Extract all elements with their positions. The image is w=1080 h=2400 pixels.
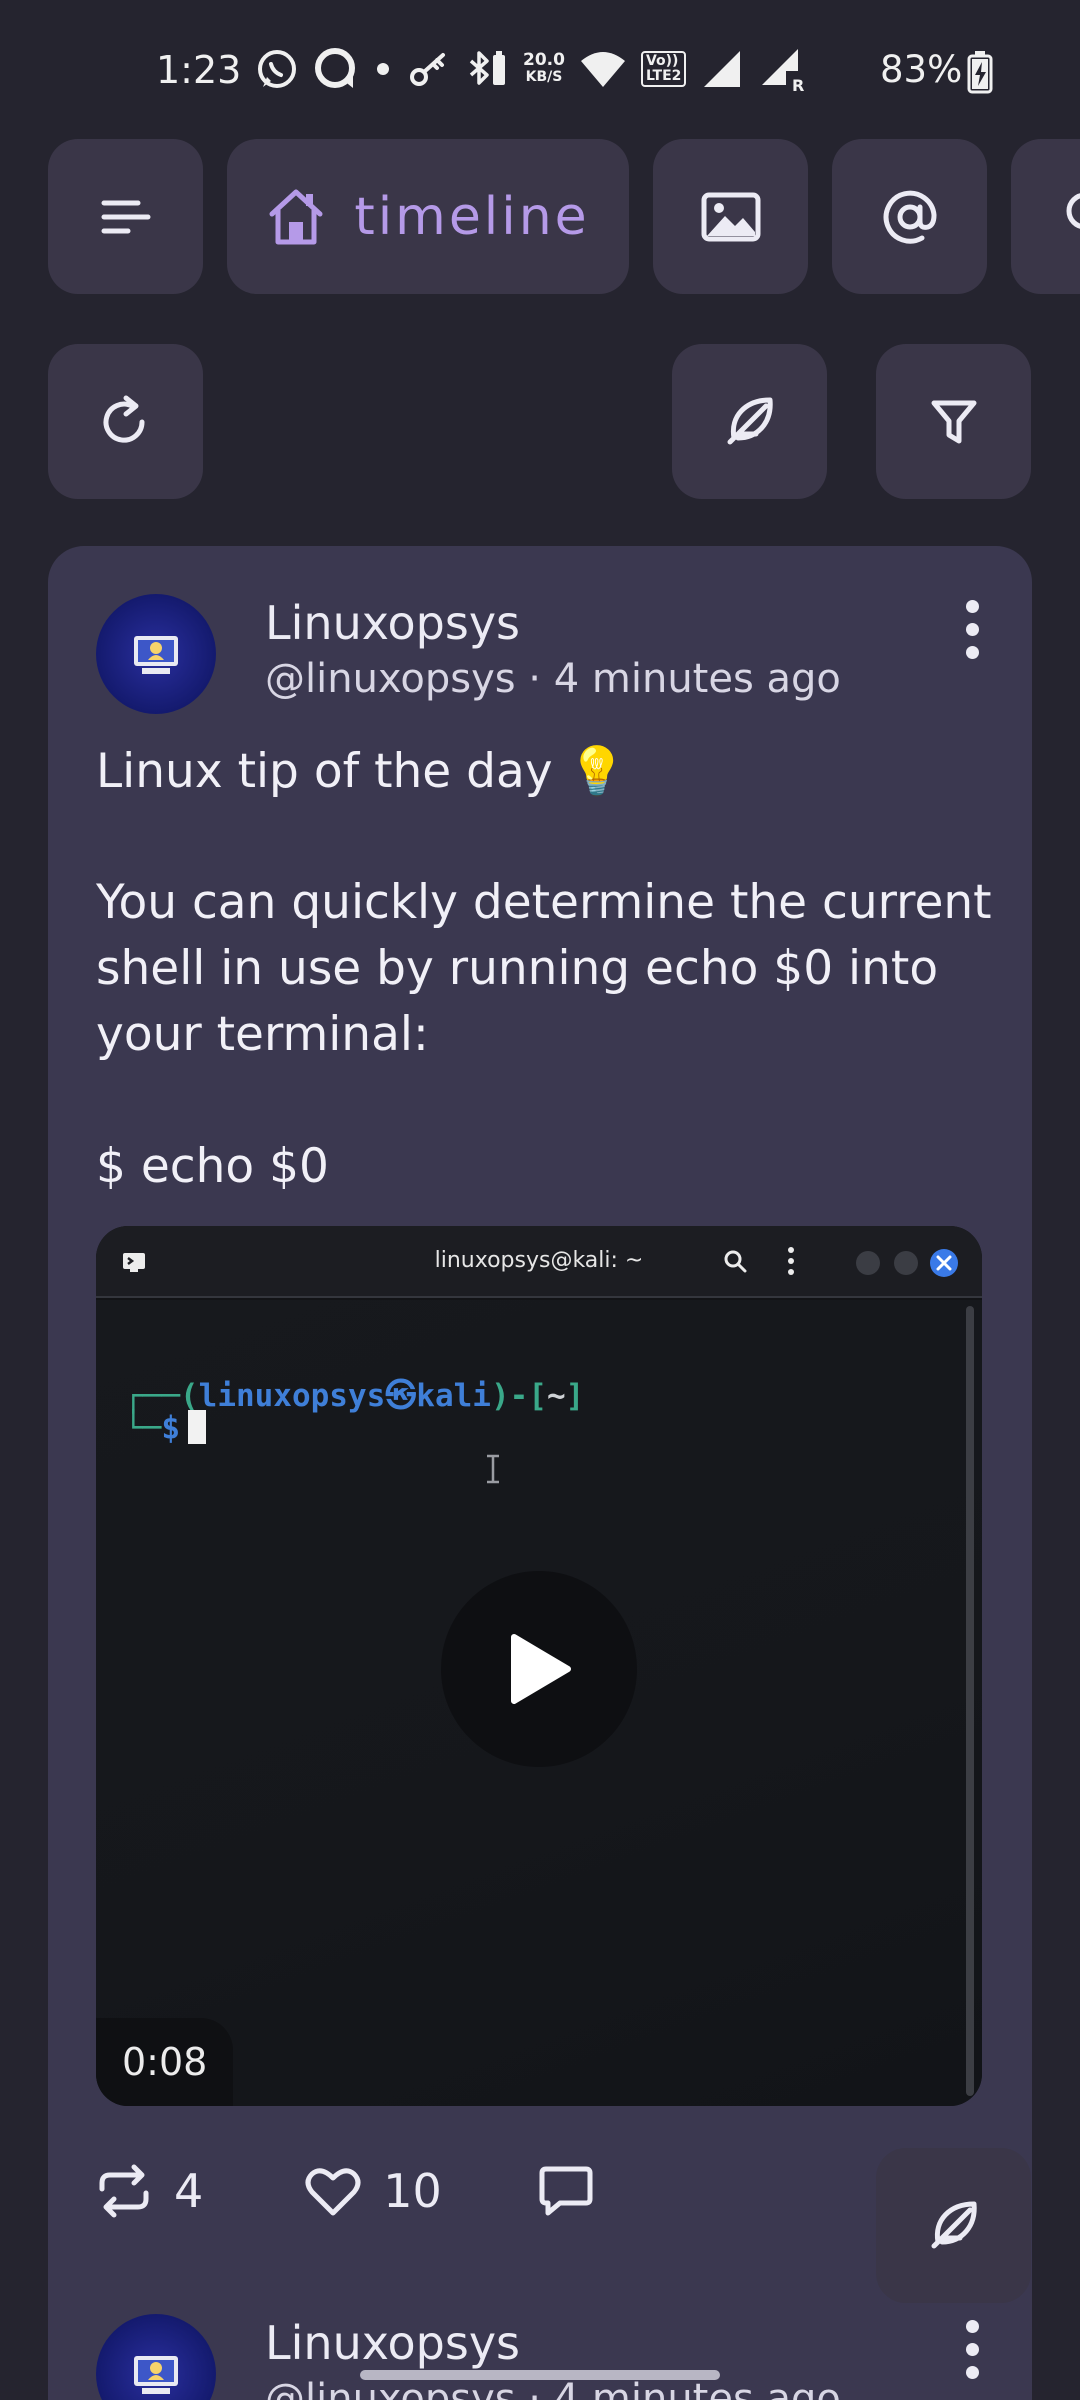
post-text-command: $ echo $0 [96,1139,329,1194]
boost-button[interactable]: 4 [96,2163,203,2219]
image-icon [701,192,760,241]
home-icon [269,189,323,244]
status-time: 1:23 [156,48,242,92]
prompt-end: ] [565,1378,585,1414]
wifi-icon [580,52,625,87]
volte-top: Vo)) [645,53,679,69]
post-text-paragraph: You can quickly determine the current sh… [96,875,992,1062]
filter-icon [931,400,976,443]
compose-button[interactable] [672,344,827,499]
menu-button[interactable] [48,139,203,294]
like-button[interactable]: 10 [305,2164,442,2218]
status-bar: 1:23 20.0 KB/S Vo)) LTE2 R 83% [0,0,1080,130]
post-author-handle: @linuxopsys · 4 minutes ago [265,656,841,702]
dot [965,2343,979,2356]
status-icons: 20.0 KB/S Vo)) LTE2 R [255,44,808,94]
net-speed-value: 20.0 [523,50,565,70]
battery-charging-icon [967,51,993,94]
net-speed-unit: KB/S [525,69,563,85]
linuxopsys-logo-icon [134,636,178,674]
feather-icon [931,2201,977,2248]
text-cursor [188,1410,206,1444]
svg-text:R: R [792,76,804,93]
dot [965,2366,979,2379]
terminal-title: linuxopsys@kali: ~ [434,1248,644,1273]
dot [965,600,979,613]
chat-bubble-icon [315,48,355,88]
tab-search[interactable] [1011,139,1080,294]
heart-icon [305,2168,361,2216]
volte-bottom: LTE2 [645,68,682,84]
window-controls-icon [856,1249,958,1277]
terminal-prompt-line1: ┌──(linuxopsys㉿kali)-[~] [124,1370,584,1415]
key-icon [410,53,445,86]
prompt-close: )-[ [490,1378,547,1414]
tab-mentions[interactable] [832,139,987,294]
prompt-host: kali [416,1378,491,1414]
dot [965,2320,979,2333]
prompt-at: ㉿ [385,1378,417,1414]
prompt-line2: └─ [124,1410,162,1446]
compose-fab[interactable] [876,2148,1031,2303]
terminal-scrollbar [966,1306,974,2096]
prompt-dollar: $ [161,1410,180,1446]
dot-icon [377,63,389,75]
terminal-titlebar: linuxopsys@kali: ~ [96,1226,982,1298]
avatar[interactable] [96,2314,216,2400]
gesture-home-bar[interactable] [360,2370,720,2380]
terminal-prompt-line2: └─$ [124,1410,206,1446]
menu-icon [101,200,150,233]
reply-button[interactable] [538,2163,594,2219]
battery-percent: 83% [880,48,963,91]
volte-icon: Vo)) LTE2 [640,51,687,87]
like-count: 10 [383,2164,442,2218]
prompt-user: linuxopsys [198,1378,386,1414]
bluetooth-battery-icon [469,51,505,85]
comment-icon [539,2166,593,2216]
signal-icon [704,51,741,87]
tab-timeline[interactable]: timeline [227,139,629,294]
tab-timeline-label: timeline [354,186,590,247]
filter-button[interactable] [876,344,1031,499]
feather-icon [727,397,773,444]
video-attachment[interactable]: linuxopsys@kali: ~ ┌──(linuxopsys㉿kali)-… [96,1226,982,2106]
refresh-button[interactable] [48,344,203,499]
prompt-dir: ~ [546,1378,566,1414]
search-icon [1066,192,1080,229]
tab-media[interactable] [653,139,808,294]
prompt-open: ┌──( [124,1378,199,1414]
signal-roaming-icon: R [762,49,805,93]
play-icon [511,1634,571,1704]
post-author-name[interactable]: Linuxopsys [265,596,520,650]
post-text-line: Linux tip of the day 💡 [96,744,627,799]
net-speed: 20.0 KB/S [523,52,565,86]
post-actions: 4 10 [96,2146,594,2236]
kebab-menu-icon [788,1247,794,1275]
post-author-name[interactable]: Linuxopsys [265,2316,520,2370]
whatsapp-icon [258,50,296,88]
avatar[interactable] [96,594,216,714]
boost-count: 4 [174,2164,204,2218]
more-options-button[interactable] [952,2316,992,2386]
more-options-button[interactable] [952,596,992,666]
search-icon [724,1250,747,1273]
tab-row: timeline [48,139,1080,294]
play-button[interactable] [441,1571,637,1767]
dot [965,646,979,659]
at-sign-icon [883,190,937,244]
post-card: Linuxopsys @linuxopsys · 4 minutes ago L… [48,546,1032,2400]
linuxopsys-logo-icon [134,2356,178,2394]
text-select-cursor-icon [487,1454,499,1484]
dot [965,623,979,636]
repeat-icon [99,2164,149,2218]
refresh-icon [103,395,145,443]
video-duration: 0:08 [96,2018,234,2106]
